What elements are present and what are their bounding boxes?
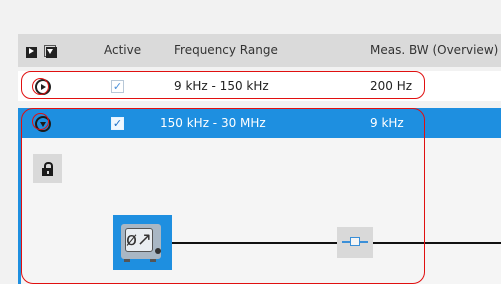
expand-all-icon[interactable] [26, 45, 37, 58]
highlight-expanded-outline [21, 108, 425, 284]
top-bar [0, 0, 501, 34]
column-header-active[interactable]: Active [104, 34, 141, 67]
highlight-expand-circle [32, 78, 49, 95]
collapse-all-icon[interactable] [44, 45, 57, 58]
table-header: Active Frequency Range Meas. BW (Overvie… [18, 34, 501, 67]
highlight-row-outline [21, 71, 425, 99]
highlight-collapse-circle [32, 113, 49, 130]
column-header-meas-bw[interactable]: Meas. BW (Overview) [370, 34, 498, 67]
column-header-frequency-range[interactable]: Frequency Range [174, 34, 278, 67]
